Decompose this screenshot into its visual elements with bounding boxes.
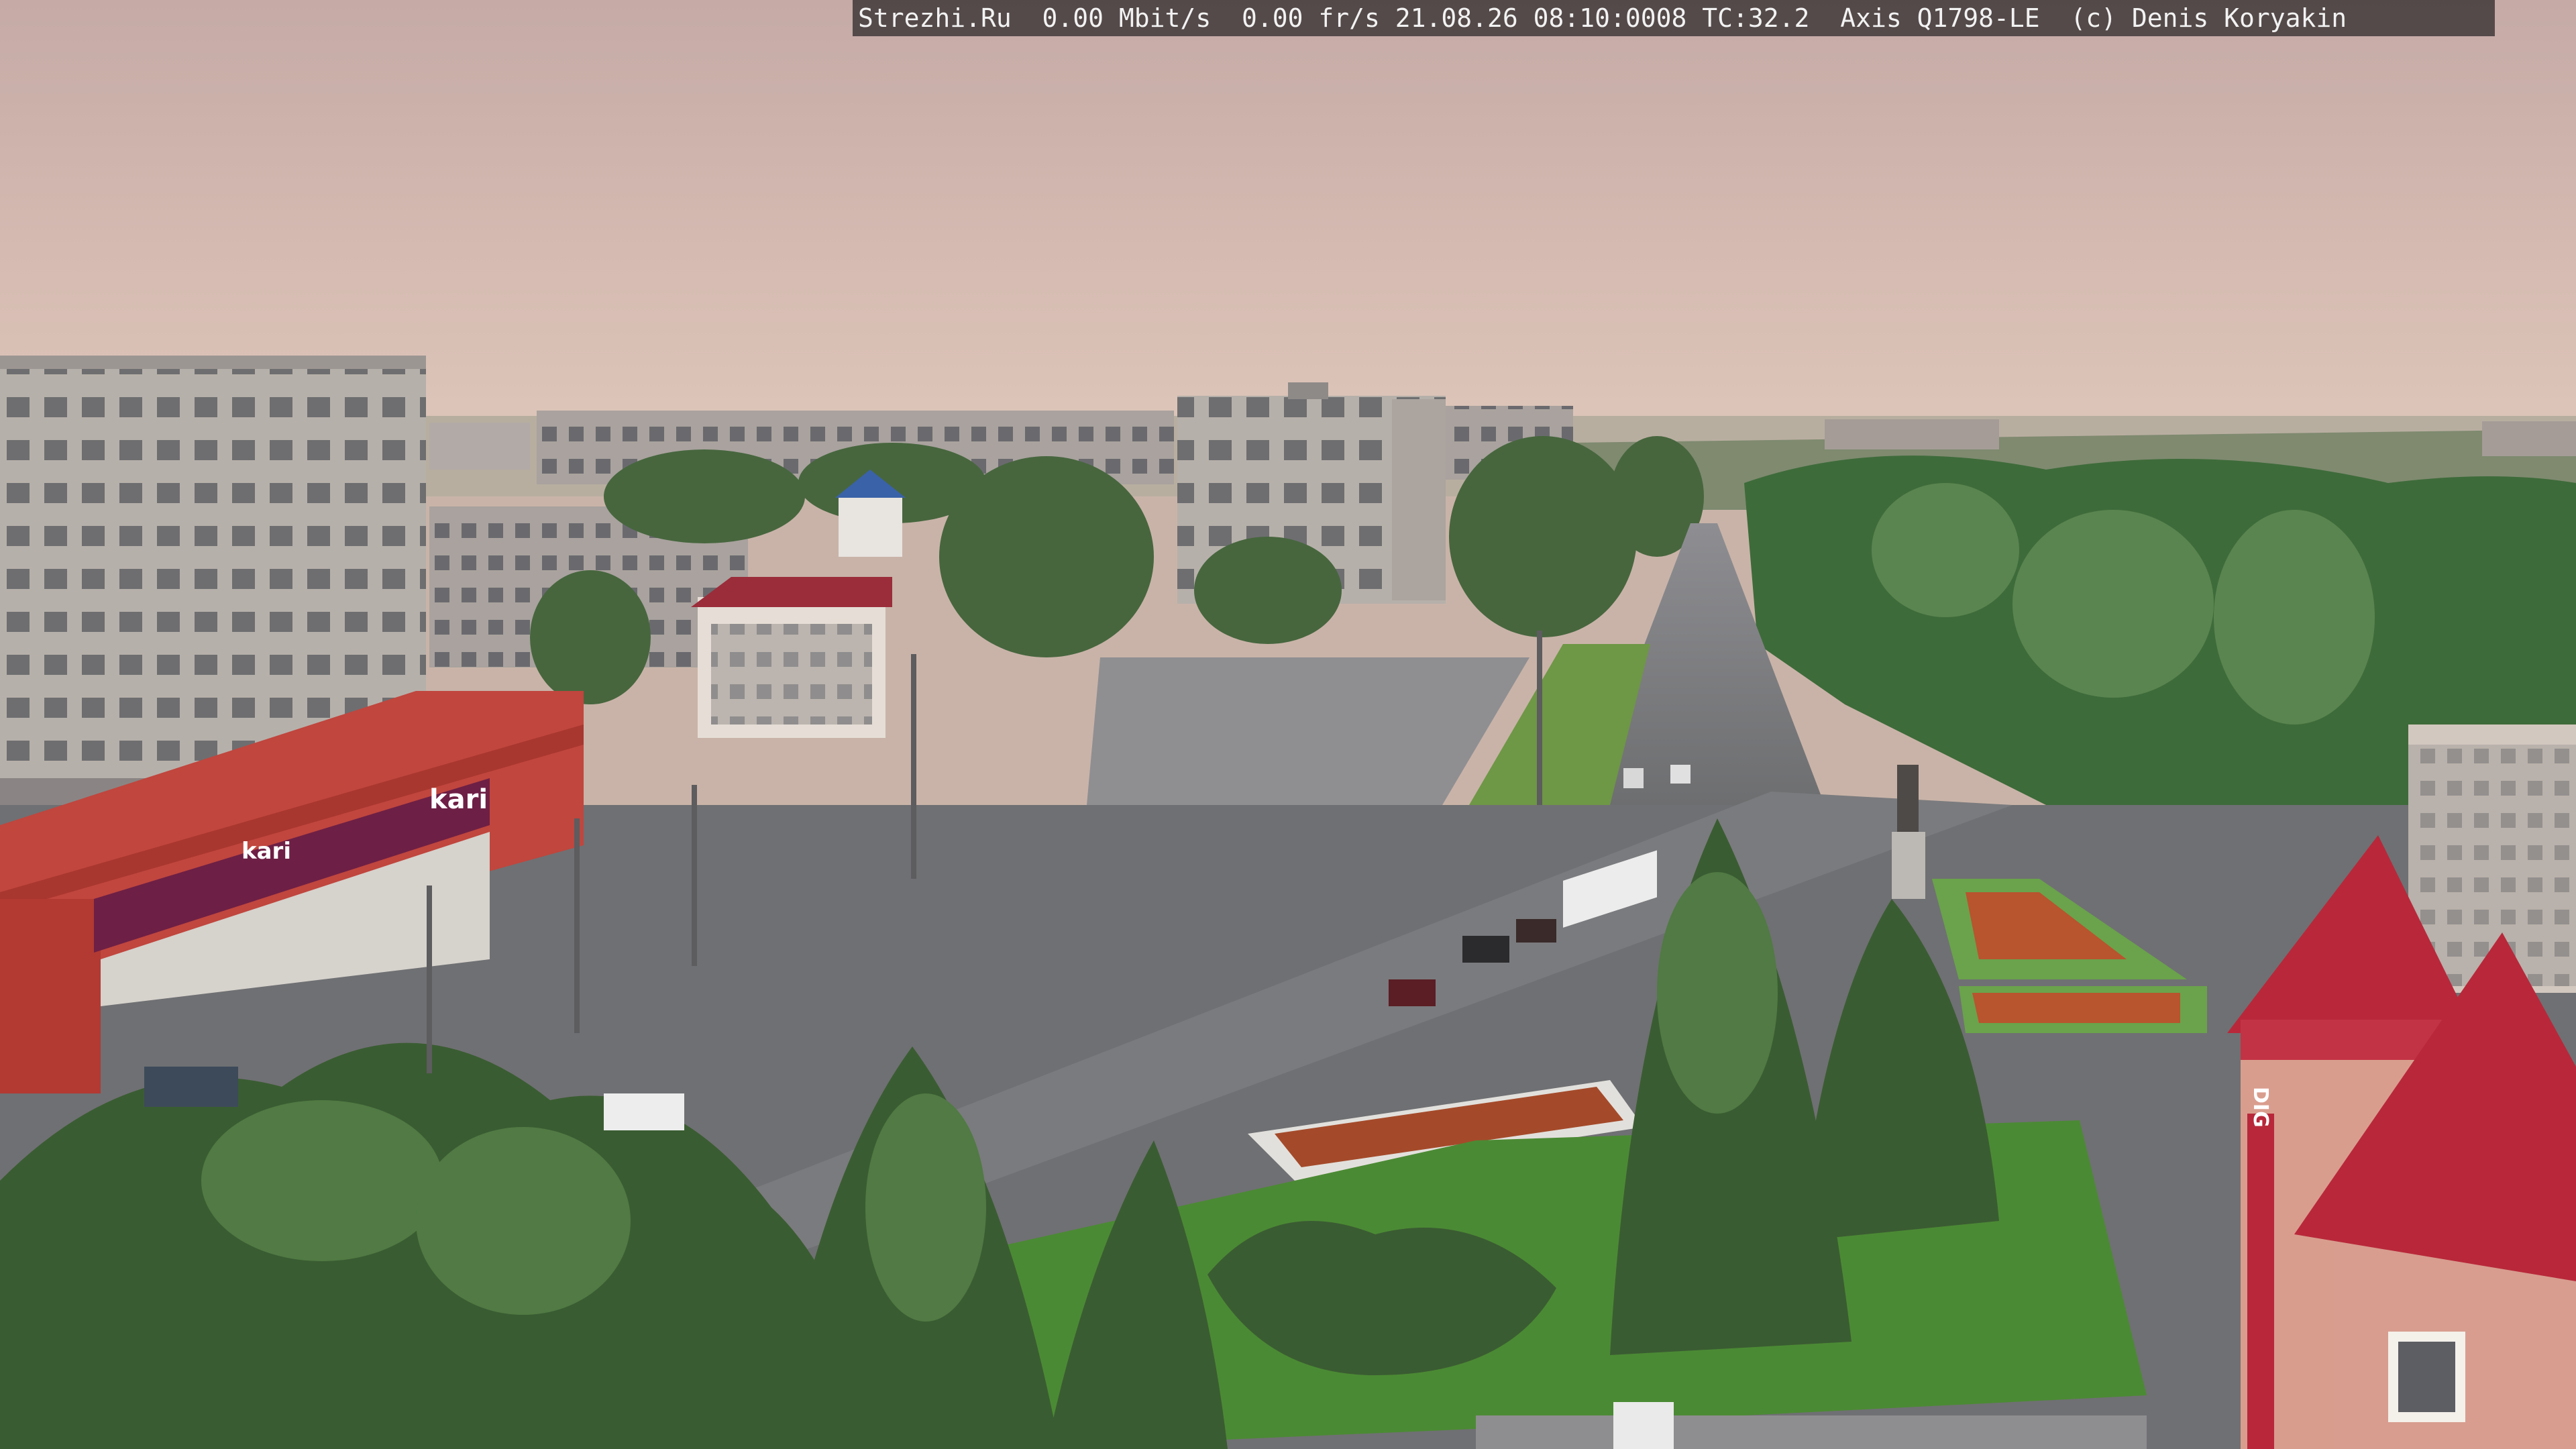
foreground-pavement <box>1476 1415 2147 1449</box>
plaza <box>1087 657 1529 805</box>
kari-sign-lower: kari <box>241 838 291 865</box>
red-roof-house <box>691 577 892 738</box>
camera-info-overlay: Strezhi.Ru 0.00 Mbit/s 0.00 fr/s 21.08.2… <box>853 0 2495 36</box>
webcam-scene: kari kari DIG Strezhi.Ru 0.00 Mbit/s 0.0… <box>0 0 2576 1449</box>
kari-sign: kari <box>429 784 488 815</box>
right-building-vertical-sign: DIG <box>2249 1087 2272 1128</box>
street-view: kari kari DIG <box>0 0 2576 1449</box>
monument <box>1892 765 1925 899</box>
